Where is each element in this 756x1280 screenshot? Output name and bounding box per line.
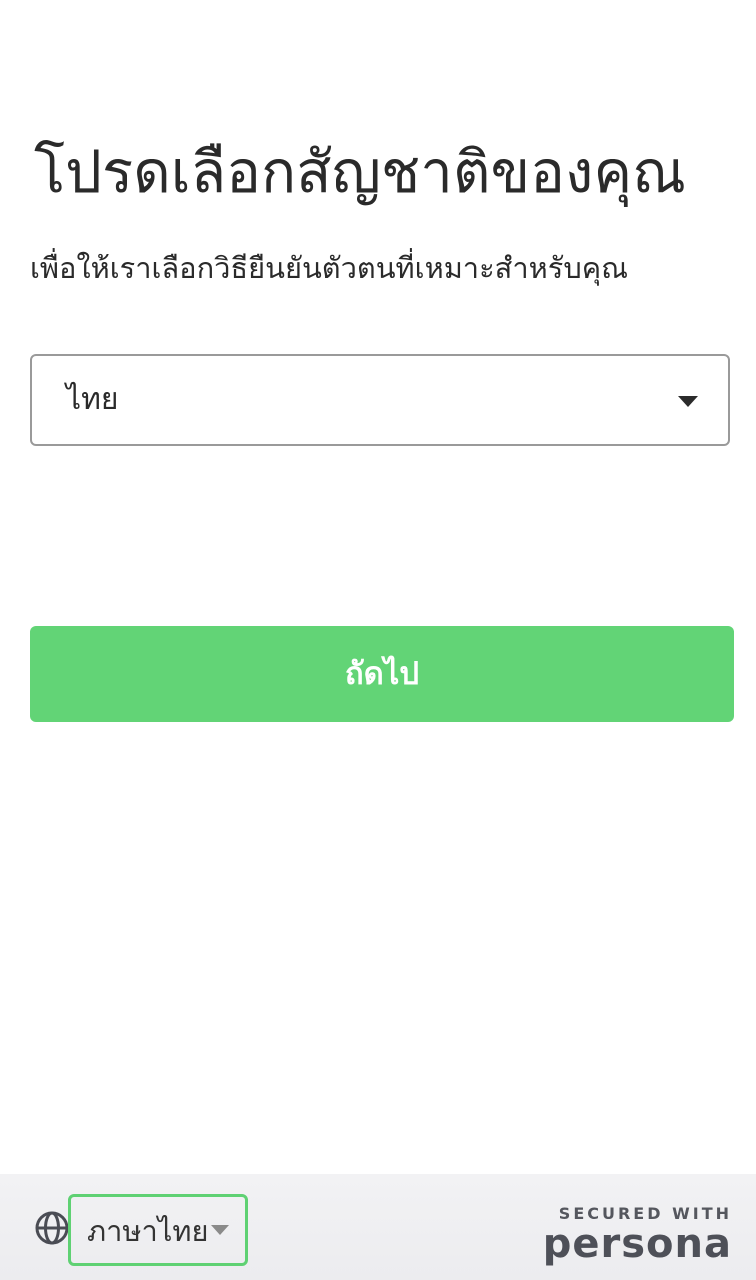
language-label: ภาษาไทย: [87, 1214, 209, 1248]
footer-bar: ภาษาไทย SECURED WITH persona: [0, 1174, 756, 1280]
next-button[interactable]: ถัดไป: [30, 626, 734, 722]
language-select[interactable]: ภาษาไทย: [68, 1194, 248, 1266]
caret-down-icon: [678, 396, 698, 407]
secured-with-persona: SECURED WITH persona: [543, 1204, 732, 1264]
nationality-select[interactable]: ไทย: [30, 354, 730, 446]
chevron-down-icon: [211, 1225, 229, 1235]
nationality-selected-value: ไทย: [66, 382, 119, 417]
persona-logo: persona: [542, 1221, 732, 1267]
globe-icon: [35, 1211, 69, 1245]
page-title: โปรดเลือกสัญชาติของคุณ: [34, 138, 686, 206]
page-subtitle: เพื่อให้เราเลือกวิธียืนยันตัวตนที่เหมาะส…: [30, 251, 629, 285]
